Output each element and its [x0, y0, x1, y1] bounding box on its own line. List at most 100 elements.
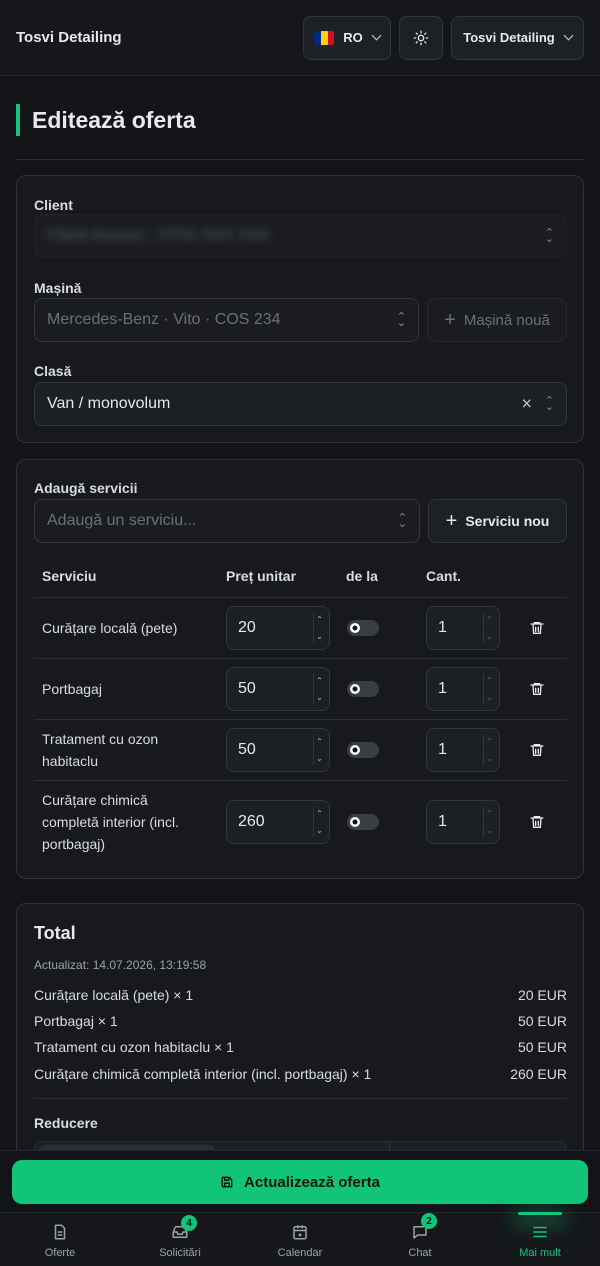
total-line-amount: 20 EUR	[517, 987, 567, 1003]
chat-badge: 2	[421, 1213, 437, 1229]
new-service-label: Serviciu nou	[465, 513, 550, 529]
nav-item-more[interactable]: Mai mult	[480, 1213, 600, 1266]
update-offer-button[interactable]: Actualizează oferta	[12, 1160, 588, 1204]
total-line-amount: 50 EUR	[517, 1039, 567, 1055]
total-line: Curățare chimică completă interior (incl…	[34, 1066, 567, 1082]
total-line: Tratament cu ozon habitaclu × 1 50 EUR	[34, 1039, 567, 1055]
new-car-button[interactable]: + Mașină nouă	[427, 298, 567, 342]
total-line-amount: 50 EUR	[517, 1013, 567, 1029]
total-line-label: Portbagaj × 1	[34, 1013, 118, 1029]
client-value: Client Ascuns · 07XX XXX XXX	[47, 227, 271, 244]
select-arrows-icon: ⌃ ⌄	[397, 512, 407, 530]
client-select[interactable]: Client Ascuns · 07XX XXX XXX ⌃ ⌄	[34, 214, 567, 258]
stepper-icon[interactable]: ⌃ ⌄	[483, 674, 495, 704]
trash-icon[interactable]	[529, 620, 545, 636]
column-from: de la	[346, 568, 378, 584]
total-divider	[34, 1098, 567, 1099]
trash-icon[interactable]	[529, 681, 545, 697]
requests-badge: 4	[181, 1215, 197, 1231]
car-value: Mercedes-Benz · Vito · COS 234	[47, 311, 281, 328]
service-name: Portbagaj	[42, 681, 102, 697]
column-service: Serviciu	[42, 568, 97, 584]
unit-price-value: 260	[238, 813, 265, 830]
class-label: Clasă	[34, 363, 72, 379]
service-search-placeholder: Adaugă un serviciu...	[47, 512, 197, 529]
romania-flag-icon	[314, 30, 335, 45]
stepper-icon[interactable]: ⌃ ⌄	[483, 807, 495, 837]
plus-icon: +	[444, 308, 456, 331]
vehicle-card: Client Client Ascuns · 07XX XXX XXX ⌃ ⌄ M…	[16, 175, 584, 443]
column-unit-price: Preț unitar	[226, 568, 297, 584]
total-line-amount: 260 EUR	[510, 1066, 567, 1082]
brand-title: Tosvi Detailing	[16, 29, 122, 46]
nav-item-calendar[interactable]: Calendar	[240, 1213, 360, 1266]
stepper-icon[interactable]: ⌃ ⌄	[483, 613, 495, 643]
quantity-stepper[interactable]: 1 ⌃ ⌄	[426, 800, 500, 844]
service-search-select[interactable]: Adaugă un serviciu... ⌃ ⌄	[34, 499, 420, 543]
language-selector[interactable]: RO	[303, 15, 391, 60]
discount-label: Reducere	[34, 1115, 98, 1131]
select-arrows-icon: ⌃ ⌄	[544, 395, 554, 413]
service-name: Tratament cu ozon habitaclu	[42, 731, 159, 769]
quantity-value: 1	[438, 741, 447, 758]
price-from-toggle[interactable]	[347, 742, 379, 758]
service-name: Curățare locală (pete)	[42, 620, 178, 636]
add-services-label: Adaugă servicii	[34, 480, 138, 496]
stepper-icon[interactable]: ⌃ ⌄	[313, 735, 325, 765]
page-title: Editează oferta	[16, 104, 196, 136]
unit-price-input[interactable]: 20 ⌃ ⌄	[226, 606, 330, 650]
theme-toggle-button[interactable]	[399, 15, 443, 60]
top-bar: Tosvi Detailing RO Tosvi Detailing	[0, 0, 600, 76]
plus-icon: +	[445, 509, 458, 532]
trash-icon[interactable]	[529, 742, 545, 758]
stepper-icon[interactable]: ⌃ ⌄	[313, 807, 325, 837]
stepper-icon[interactable]: ⌃ ⌄	[313, 613, 325, 643]
total-line-label: Tratament cu ozon habitaclu × 1	[34, 1039, 234, 1055]
price-from-toggle[interactable]	[347, 814, 379, 830]
calendar-icon	[293, 1225, 307, 1240]
price-from-toggle[interactable]	[347, 620, 379, 636]
account-selector[interactable]: Tosvi Detailing	[451, 15, 584, 60]
page: Tosvi Detailing RO Tosvi Detailing Edite…	[0, 0, 600, 1266]
unit-price-input[interactable]: 50 ⌃ ⌄	[226, 728, 330, 772]
bottom-nav: Oferte 4 Solicitări Calendar 2 Chat Mai …	[0, 1212, 600, 1266]
select-arrows-icon: ⌃ ⌄	[544, 227, 554, 245]
quantity-value: 1	[438, 813, 447, 830]
nav-label: Oferte	[44, 1247, 76, 1259]
total-title: Total	[34, 923, 76, 943]
table-row: Portbagaj 50 ⌃ ⌄ 1 ⌃ ⌄	[34, 658, 567, 719]
active-nav-indicator	[518, 1212, 562, 1215]
quantity-stepper[interactable]: 1 ⌃ ⌄	[426, 606, 500, 650]
new-car-label: Mașină nouă	[463, 311, 550, 329]
quantity-stepper[interactable]: 1 ⌃ ⌄	[426, 667, 500, 711]
unit-price-input[interactable]: 260 ⌃ ⌄	[226, 800, 330, 844]
car-select[interactable]: Mercedes-Benz · Vito · COS 234 ⌃ ⌄	[34, 298, 419, 342]
nav-item-offers[interactable]: Oferte	[0, 1213, 120, 1266]
clear-icon[interactable]: ×	[521, 394, 532, 415]
nav-label: Solicitări	[159, 1247, 201, 1259]
services-card: Adaugă servicii Adaugă un serviciu... ⌃ ⌄…	[16, 459, 584, 879]
quantity-stepper[interactable]: 1 ⌃ ⌄	[426, 728, 500, 772]
unit-price-input[interactable]: 50 ⌃ ⌄	[226, 667, 330, 711]
stepper-icon[interactable]: ⌃ ⌄	[483, 735, 495, 765]
unit-price-value: 50	[238, 741, 256, 758]
nav-label: Chat	[408, 1247, 432, 1259]
class-select[interactable]: Van / monovolum × ⌃ ⌄	[34, 382, 567, 426]
updated-timestamp: Actualizat: 14.07.2026, 13:19:58	[34, 958, 207, 972]
nav-item-chat[interactable]: 2 Chat	[360, 1213, 480, 1266]
chevron-down-icon	[371, 30, 382, 41]
client-label: Client	[34, 197, 73, 213]
new-service-button[interactable]: + Serviciu nou	[428, 499, 567, 543]
price-from-toggle[interactable]	[347, 681, 379, 697]
total-line-label: Curățare chimică completă interior (incl…	[34, 1066, 372, 1082]
total-line-label: Curățare locală (pete) × 1	[34, 987, 194, 1003]
service-name: Curățare chimică completă interior (incl…	[42, 792, 179, 852]
nav-item-requests[interactable]: 4 Solicitări	[120, 1213, 240, 1266]
trash-icon[interactable]	[529, 814, 545, 830]
class-value: Van / monovolum	[47, 395, 171, 412]
table-row: Curățare chimică completă interior (incl…	[34, 780, 567, 862]
menu-icon	[533, 1226, 547, 1238]
stepper-icon[interactable]: ⌃ ⌄	[313, 674, 325, 704]
sun-icon	[413, 30, 429, 45]
nav-label: Calendar	[277, 1247, 323, 1259]
